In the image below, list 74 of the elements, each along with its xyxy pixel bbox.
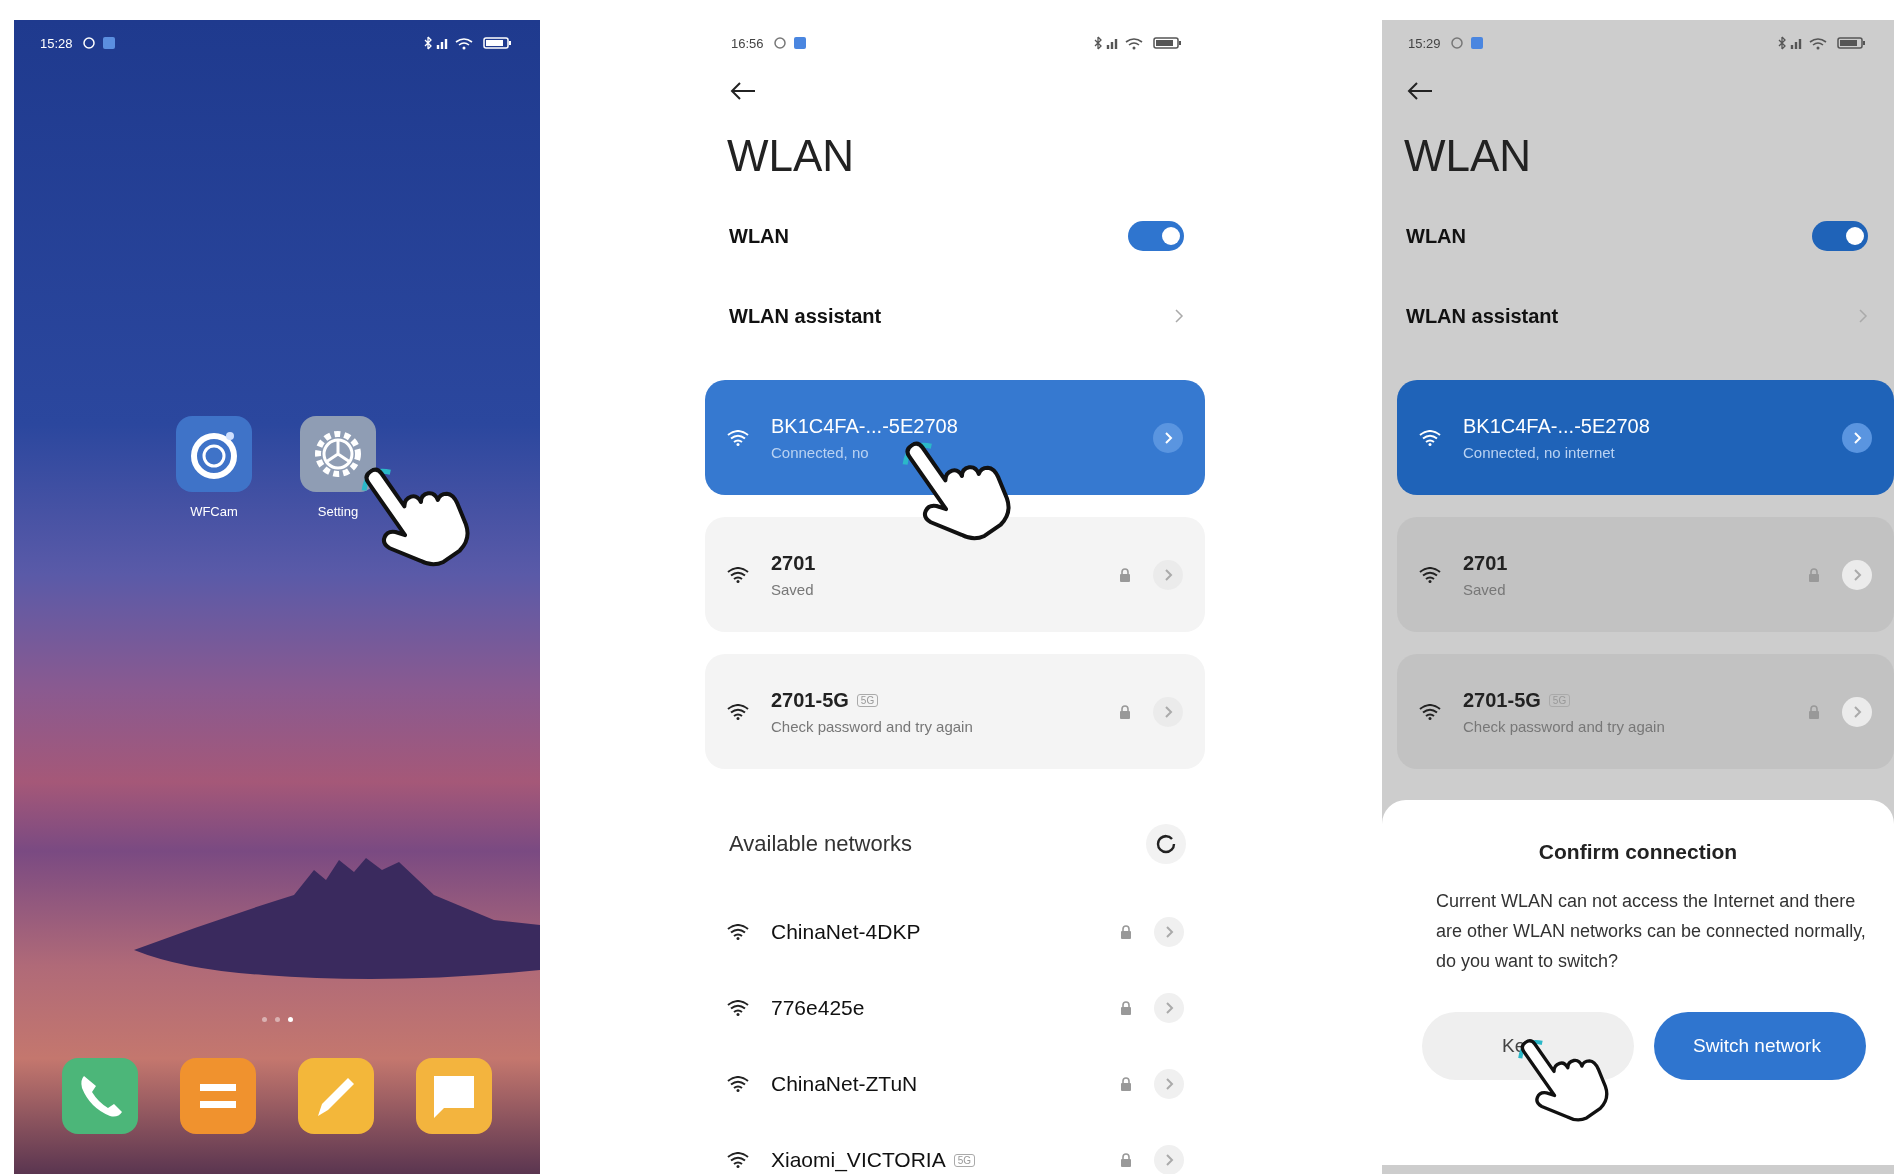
pencil-app-icon[interactable] — [298, 1058, 374, 1134]
dialog-message: Current WLAN can not access the Internet and there are other WLAN networks can be connected normally, do you want to switch? — [1436, 890, 1867, 973]
app-label: WFCam — [190, 504, 238, 519]
network-name: Xiaomi_VICTORIA — [771, 1148, 946, 1172]
network-name: BK1C4FA-...-5E2708 — [1463, 414, 1650, 438]
camera-app-icon[interactable] — [176, 416, 252, 492]
lock-icon — [1808, 704, 1820, 719]
saved-network-card[interactable]: BK1C4FA-...-5E2708 Connected, no — [705, 380, 1205, 495]
network-status: Saved — [1463, 580, 1506, 598]
wlan-label: WLAN — [729, 224, 789, 248]
network-row[interactable]: ChinaNet-ZTuN — [705, 1046, 1210, 1122]
back-arrow-icon[interactable] — [1406, 81, 1434, 101]
back-arrow-icon[interactable] — [729, 81, 757, 101]
chevron-right-icon[interactable] — [1174, 308, 1184, 324]
wifi-icon — [727, 1152, 749, 1168]
wifi-icon — [727, 1000, 749, 1016]
network-name: 2701-5G — [1463, 688, 1541, 712]
network-status: Check password and try again — [771, 717, 973, 735]
network-row[interactable]: Xiaomi_VICTORIA 5G — [705, 1122, 1210, 1174]
wlan-toggle[interactable] — [1812, 221, 1868, 251]
wifi-icon — [1419, 566, 1441, 583]
network-name: 2701 — [771, 551, 816, 575]
wifi-icon — [727, 429, 749, 446]
network-status: Connected, no — [771, 443, 869, 461]
status-time: 15:29 — [1408, 35, 1441, 51]
network-row[interactable]: 776e425e — [705, 970, 1210, 1046]
saved-network-card[interactable]: BK1C4FA-...-5E2708 Connected, no internet — [1397, 380, 1894, 495]
status-time: 15:28 — [40, 35, 73, 51]
network-status: Saved — [771, 580, 814, 598]
wifi-icon — [727, 703, 749, 720]
saved-network-card[interactable]: 2701 Saved — [1397, 517, 1894, 632]
saved-network-card[interactable]: 2701-5G 5G Check password and try again — [705, 654, 1205, 769]
page-title: WLAN — [726, 130, 856, 182]
wifi-icon — [727, 924, 749, 940]
page-title: WLAN — [1403, 130, 1533, 182]
lock-icon — [1120, 925, 1132, 939]
message-app-icon[interactable] — [416, 1058, 492, 1134]
dialog-title: Confirm connection — [1537, 840, 1739, 864]
network-name: 2701-5G — [771, 688, 849, 712]
refresh-icon[interactable] — [1146, 824, 1186, 864]
wifi-icon — [1419, 429, 1441, 446]
status-time: 16:56 — [731, 35, 764, 51]
switch-network-button[interactable]: Switch network — [1654, 1012, 1866, 1080]
band-badge: 5G — [953, 1153, 975, 1167]
network-name: ChinaNet-ZTuN — [771, 1072, 918, 1096]
network-status: Connected, no internet — [1463, 443, 1615, 461]
lock-icon — [1808, 567, 1820, 582]
menu-app-icon[interactable] — [180, 1058, 256, 1134]
wlan-toggle[interactable] — [1128, 221, 1184, 251]
wifi-icon — [727, 1076, 749, 1092]
wifi-icon — [1419, 703, 1441, 720]
network-name: 2701 — [1463, 551, 1508, 575]
wlan-assistant-label: WLAN assistant — [1406, 304, 1559, 328]
lock-icon — [1120, 1077, 1132, 1091]
details-chevron-icon[interactable] — [1153, 422, 1183, 453]
network-status: Check password and try again — [1463, 717, 1665, 735]
band-badge: 5G — [856, 693, 879, 707]
network-name: ChinaNet-4DKP — [771, 920, 921, 944]
lock-icon — [1119, 567, 1131, 582]
lock-icon — [1120, 1001, 1132, 1015]
lock-icon — [1120, 1153, 1132, 1167]
saved-network-card[interactable]: 2701 Saved — [705, 517, 1205, 632]
phone-app-icon[interactable] — [62, 1058, 138, 1134]
wlan-label: WLAN — [1406, 224, 1466, 248]
network-name: BK1C4FA-...-5E2708 — [771, 414, 958, 438]
app-label: Setting — [317, 504, 359, 519]
network-row[interactable]: ChinaNet-4DKP — [705, 894, 1210, 970]
section-heading: Available networks — [729, 831, 913, 857]
wifi-icon — [727, 566, 749, 583]
network-name: 776e425e — [771, 996, 865, 1020]
settings-app-icon[interactable] — [300, 416, 376, 492]
lock-icon — [1119, 704, 1131, 719]
details-chevron-icon[interactable] — [1842, 422, 1872, 453]
wlan-assistant-label: WLAN assistant — [729, 304, 882, 328]
